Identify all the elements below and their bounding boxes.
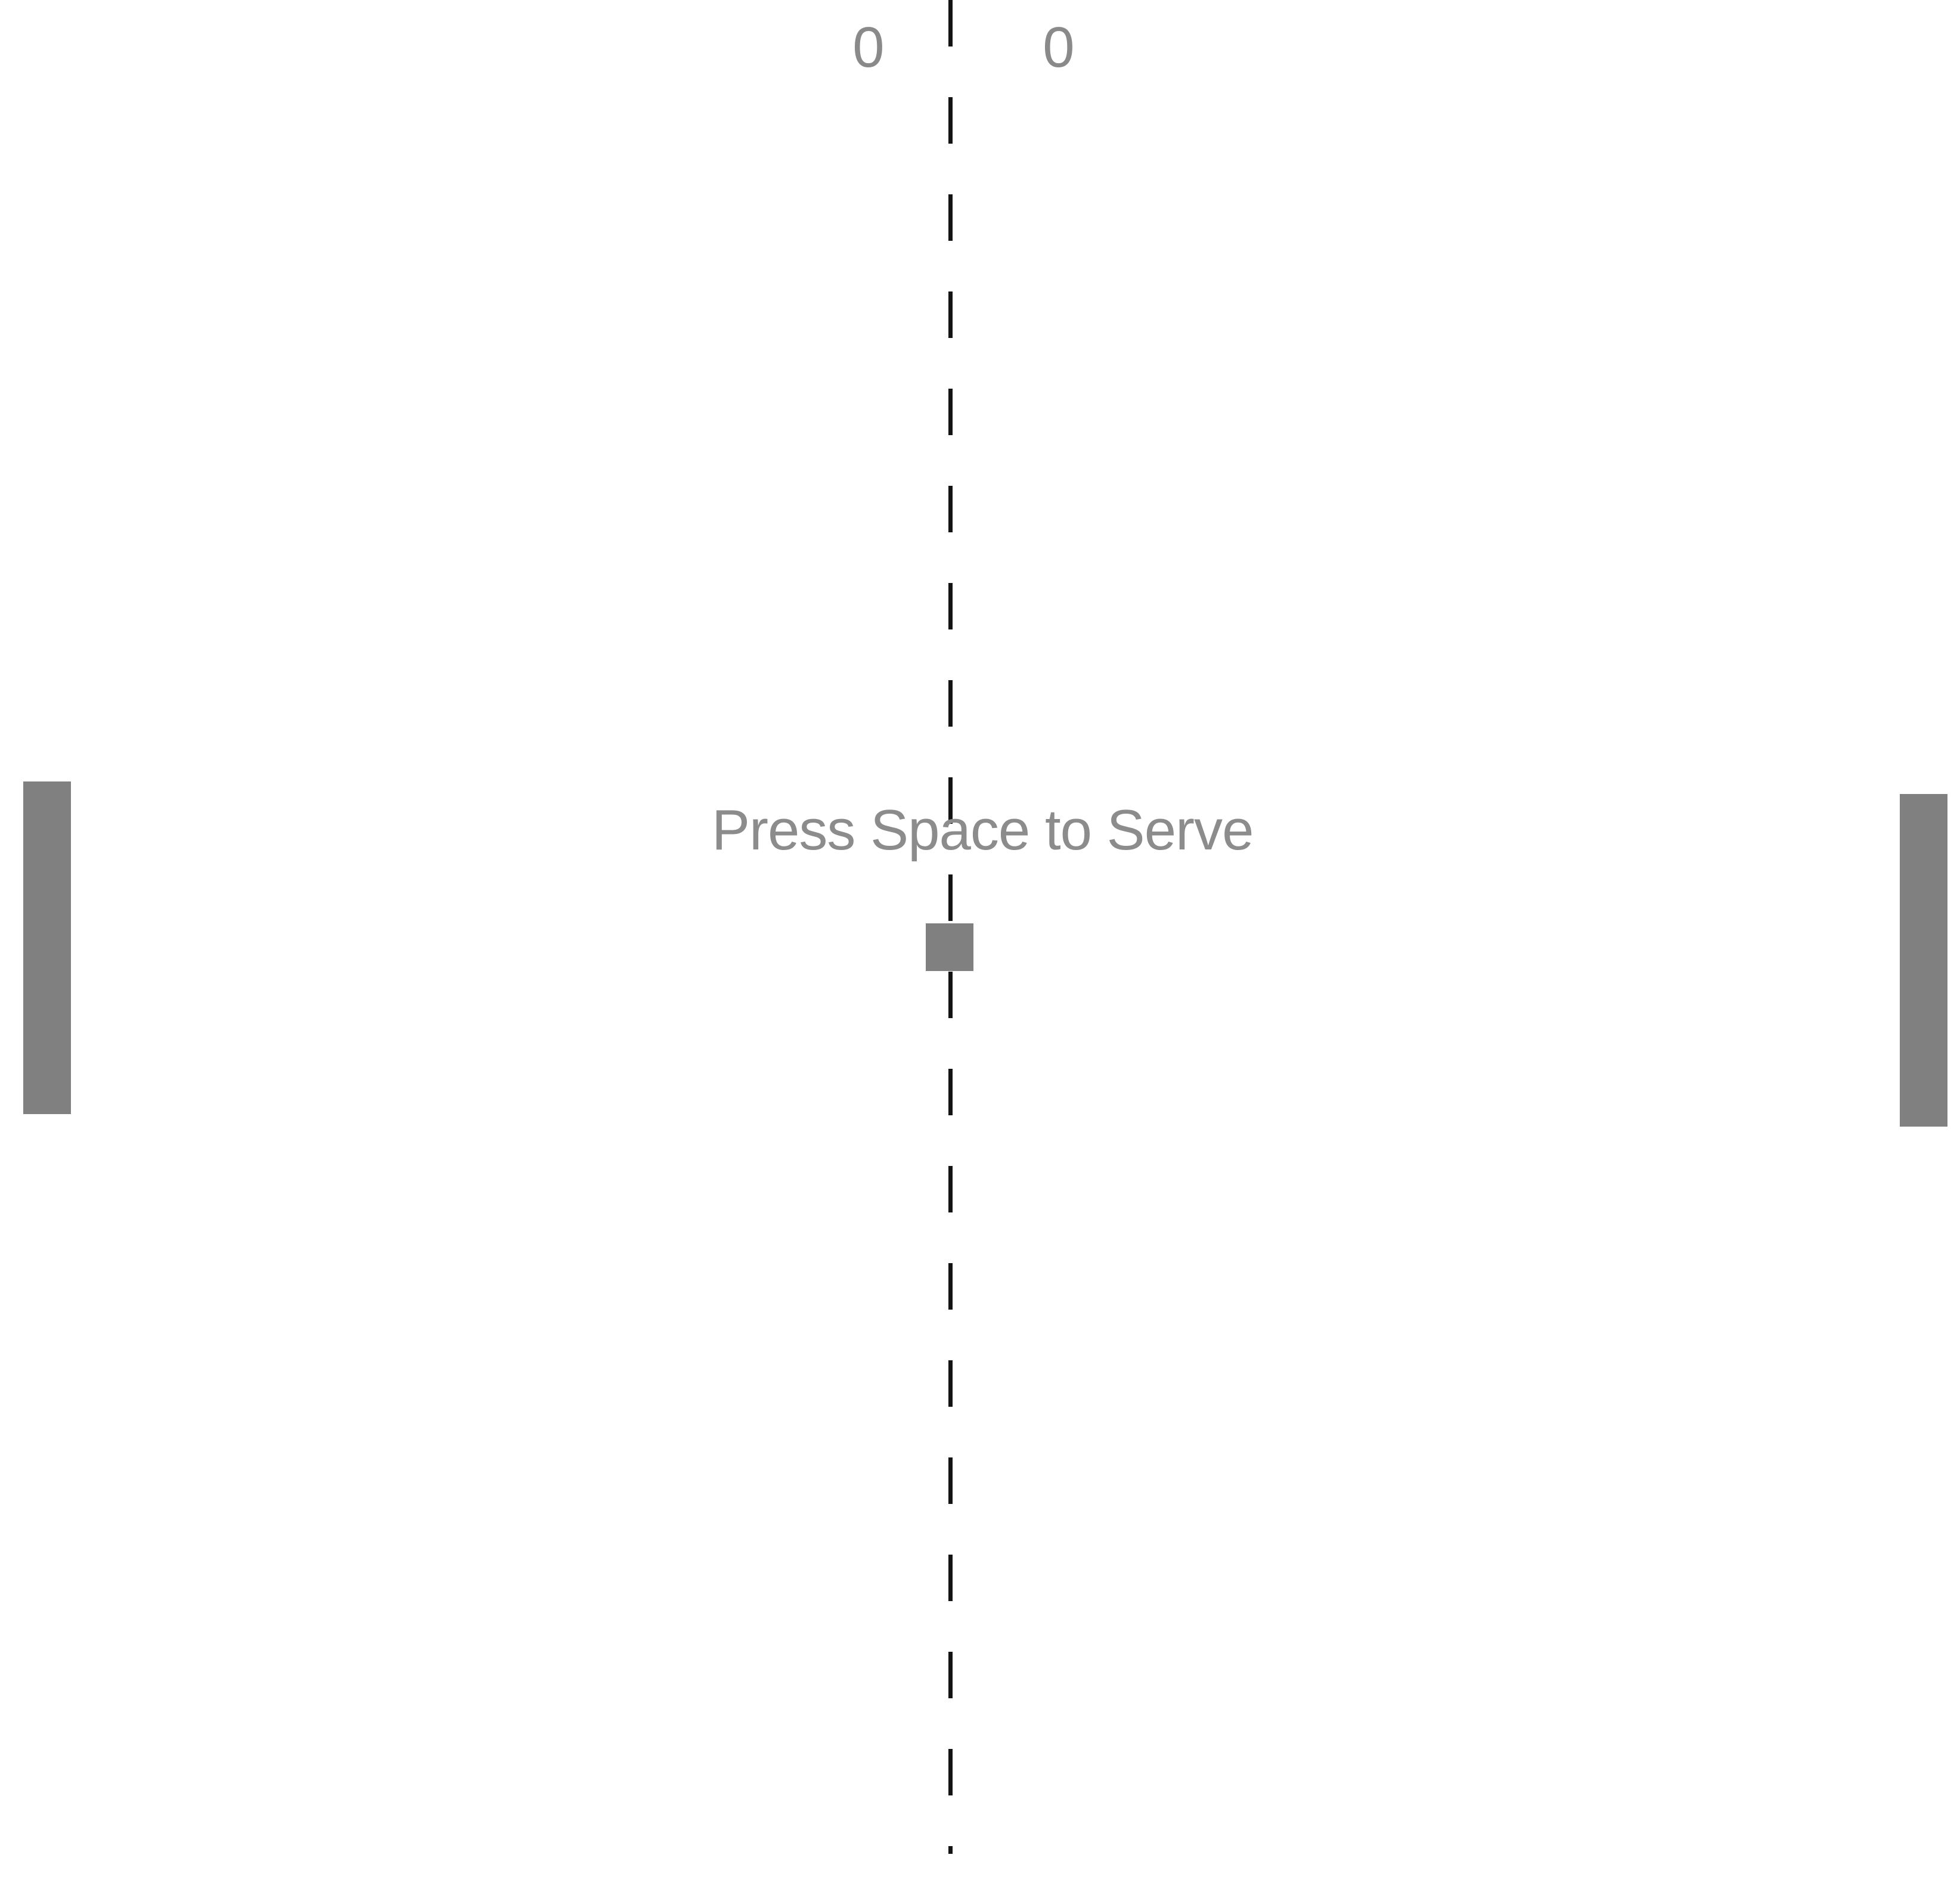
left-paddle [23, 781, 71, 1114]
ball [926, 923, 973, 971]
left-player-score: 0 [852, 15, 885, 79]
pong-court[interactable]: 0 0 Press Space to Serve [0, 0, 1960, 1892]
right-paddle [1900, 794, 1947, 1127]
right-player-score: 0 [1043, 15, 1075, 79]
serve-prompt: Press Space to Serve [712, 798, 1254, 862]
